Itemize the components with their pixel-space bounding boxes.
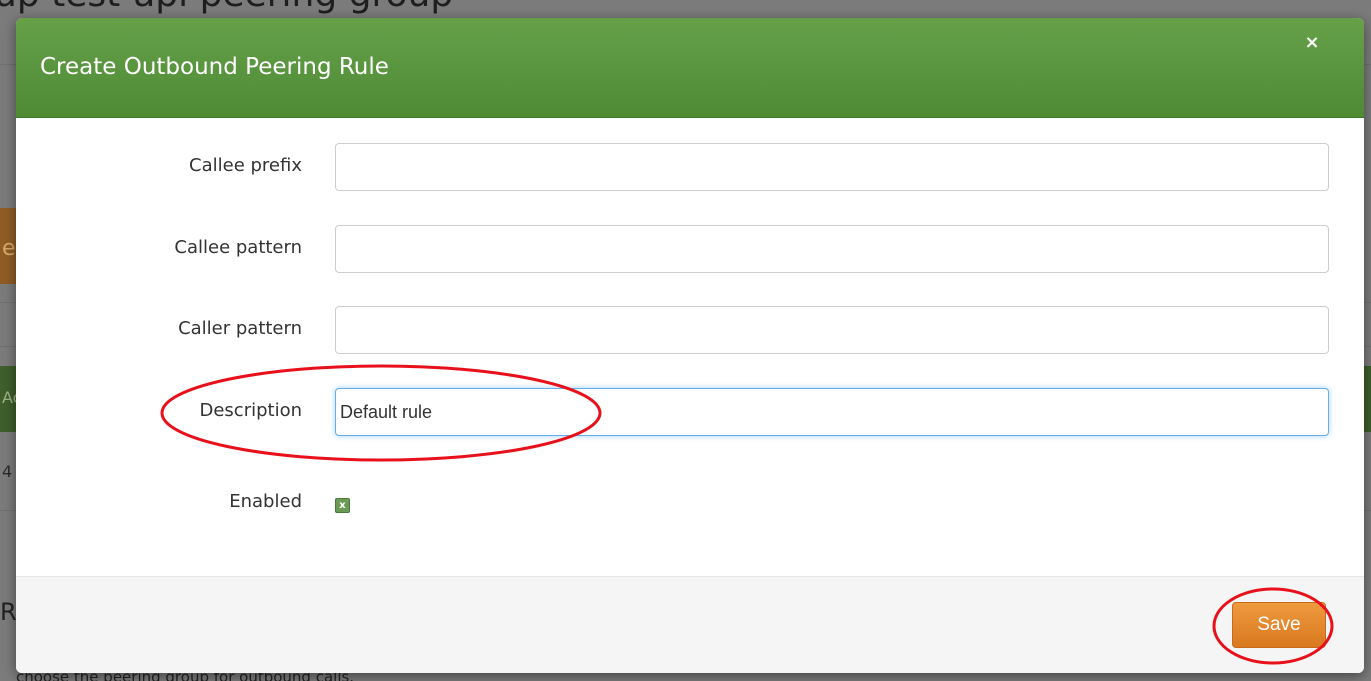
caller-pattern-label: Caller pattern (178, 318, 302, 339)
dialog-title: Create Outbound Peering Rule (40, 54, 389, 80)
background-section-heading: R (0, 598, 17, 626)
description-label: Description (199, 400, 302, 421)
callee-prefix-input[interactable] (335, 143, 1329, 191)
enabled-checkbox[interactable]: x (335, 498, 350, 513)
background-table-cell: 4 (2, 462, 13, 481)
callee-prefix-row: Callee prefix (16, 143, 1364, 191)
caller-pattern-row: Caller pattern (16, 306, 1364, 354)
callee-pattern-label: Callee pattern (174, 237, 302, 258)
background-table-header-edge (1364, 366, 1371, 432)
callee-prefix-label: Callee prefix (189, 155, 302, 176)
caller-pattern-input[interactable] (335, 306, 1329, 354)
callee-pattern-input[interactable] (335, 225, 1329, 273)
description-row: Description (16, 388, 1364, 436)
enabled-row: Enabled x (16, 482, 1364, 530)
background-orange-button-text: e (2, 236, 16, 261)
create-peering-rule-dialog: Create Outbound Peering Rule × Callee pr… (16, 18, 1364, 673)
callee-pattern-row: Callee pattern (16, 225, 1364, 273)
enabled-label: Enabled (229, 491, 302, 512)
description-input[interactable] (335, 388, 1329, 436)
close-icon[interactable]: × (1301, 32, 1323, 54)
dialog-footer: Save (16, 576, 1364, 673)
dialog-header: Create Outbound Peering Rule × (16, 18, 1364, 118)
background-page-title: up test-api peering group (0, 0, 453, 15)
save-button[interactable]: Save (1232, 602, 1326, 648)
dialog-body: Callee prefix Callee pattern Caller patt… (16, 118, 1364, 576)
